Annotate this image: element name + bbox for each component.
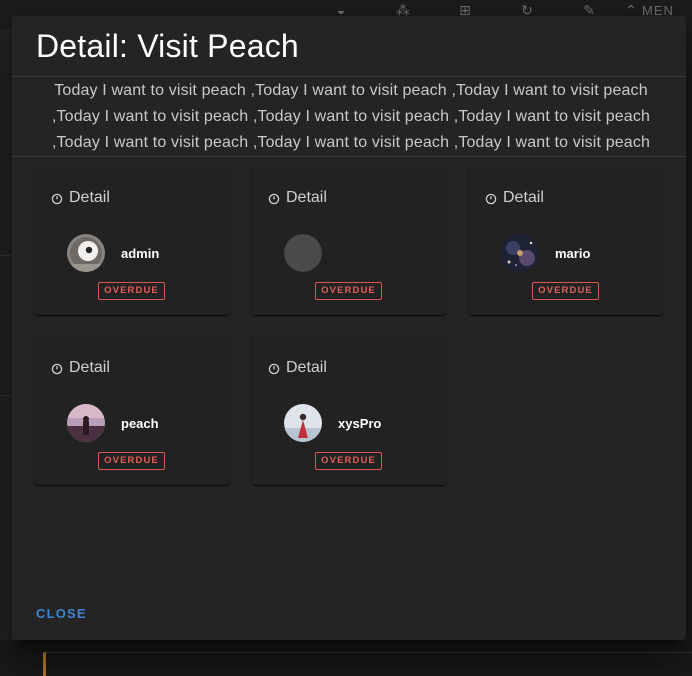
username: mario <box>555 245 591 261</box>
dialog-description: Today I want to visit peach ,Today I wan… <box>51 82 651 151</box>
avatar <box>501 234 539 272</box>
card-header: Detail <box>268 359 327 377</box>
background-divider <box>0 255 12 256</box>
card-title: Detail <box>503 189 544 206</box>
description-scroll-area[interactable]: Today I want to visit peach ,Today I wan… <box>36 78 666 156</box>
avatar <box>67 234 105 272</box>
status-badge: OVERDUE <box>98 282 165 300</box>
card-header: Detail <box>485 189 544 207</box>
status-badge: OVERDUE <box>315 282 382 300</box>
dialog-title: Detail: Visit Peach <box>36 28 299 64</box>
card-title: Detail <box>286 359 327 376</box>
card-title: Detail <box>286 189 327 206</box>
detail-card: Detail OVERDUE <box>252 167 446 315</box>
content-divider <box>12 156 686 157</box>
assignee: xysPro <box>284 404 381 442</box>
card-header: Detail <box>51 359 110 377</box>
clock-icon <box>51 192 63 205</box>
avatar <box>67 404 105 442</box>
detail-card: Detail mario OVERDUE <box>469 167 663 315</box>
card-header: Detail <box>268 189 327 207</box>
assignee <box>284 234 338 272</box>
clock-icon <box>268 362 280 375</box>
background-footer <box>0 640 692 676</box>
background-divider <box>44 652 692 653</box>
title-divider <box>12 76 686 77</box>
clock-icon <box>268 192 280 205</box>
username: admin <box>121 245 160 261</box>
background-accent-bar <box>43 652 46 676</box>
clock-icon <box>51 362 63 375</box>
assignee: peach <box>67 404 159 442</box>
detail-card: Detail peach OVERDUE <box>35 337 229 485</box>
background-divider <box>0 395 12 396</box>
status-badge: OVERDUE <box>532 282 599 300</box>
assignee: mario <box>501 234 590 272</box>
assignee: admin <box>67 234 159 272</box>
username: xysPro <box>338 415 382 431</box>
clock-icon <box>485 192 497 205</box>
card-header: Detail <box>51 189 110 207</box>
card-title: Detail <box>69 359 110 376</box>
detail-card: Detail xysPro OVERDUE <box>252 337 446 485</box>
detail-card: Detail admin OVERDUE <box>35 167 229 315</box>
username: peach <box>121 415 159 431</box>
avatar-placeholder <box>284 234 322 272</box>
close-button[interactable]: CLOSE <box>36 606 87 621</box>
avatar <box>284 404 322 442</box>
detail-dialog: Detail: Visit Peach Today I want to visi… <box>12 16 686 640</box>
status-badge: OVERDUE <box>98 452 165 470</box>
card-title: Detail <box>69 189 110 206</box>
status-badge: OVERDUE <box>315 452 382 470</box>
